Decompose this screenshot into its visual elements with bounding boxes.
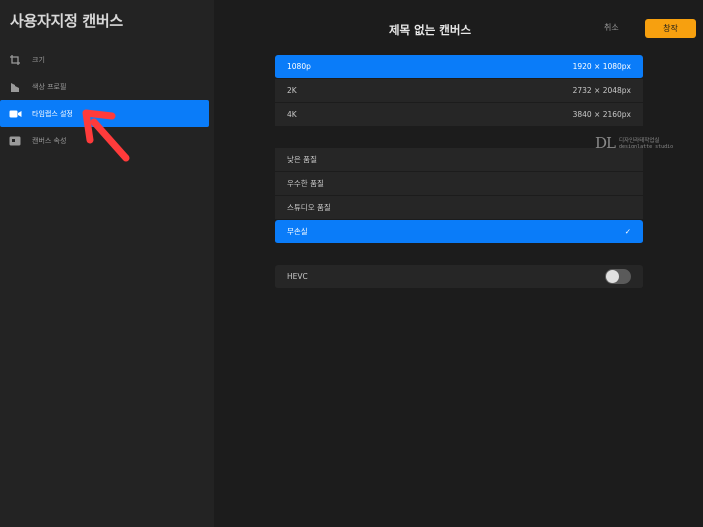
hevc-row: HEVC: [275, 265, 643, 289]
quality-group: 낮은 품질 우수한 품질 스튜디오 품질 무손실 ✓: [275, 148, 643, 244]
option-label: 1080p: [287, 62, 311, 71]
resolution-option-4k[interactable]: 4K 3840 × 2160px: [275, 103, 643, 127]
option-size: 1920 × 1080px: [572, 62, 631, 71]
option-label: 우수한 품질: [287, 179, 324, 188]
sidebar-item-label: 크기: [32, 55, 45, 64]
sidebar-title: 사용자지정 캔버스: [10, 12, 123, 30]
option-label: 4K: [287, 110, 297, 119]
resolution-option-1080p[interactable]: 1080p 1920 × 1080px: [275, 55, 643, 79]
quality-option-lossless[interactable]: 무손실 ✓: [275, 220, 643, 244]
canvas-properties-icon: [8, 134, 22, 148]
hevc-group: HEVC: [275, 265, 643, 289]
sidebar-item-label: 캔버스 속성: [32, 136, 67, 145]
option-size: 3840 × 2160px: [572, 110, 631, 119]
quality-option-studio[interactable]: 스튜디오 품질: [275, 196, 643, 220]
quality-option-low[interactable]: 낮은 품질: [275, 148, 643, 172]
resolution-option-2k[interactable]: 2K 2732 × 2048px: [275, 79, 643, 103]
sidebar-item-size[interactable]: 크기: [0, 46, 214, 73]
crop-icon: [8, 53, 22, 67]
sidebar-item-label: 타임랩스 설정: [32, 109, 73, 118]
sidebar-item-color-profile[interactable]: 색상 프로필: [0, 73, 214, 100]
create-button[interactable]: 창작: [645, 19, 696, 38]
resolution-group: 1080p 1920 × 1080px 2K 2732 × 2048px 4K …: [275, 55, 643, 127]
annotation-arrow-icon: [82, 109, 130, 162]
sidebar-item-label: 색상 프로필: [32, 82, 67, 91]
toggle-knob: [606, 270, 619, 283]
watermark-text: 디자인라테작업실: [619, 138, 660, 144]
video-camera-icon: [8, 107, 22, 121]
sidebar: 사용자지정 캔버스 크기 색상 프로필 타임랩스 설정 캔버스 속성: [0, 0, 214, 527]
hevc-label: HEVC: [287, 272, 308, 281]
option-label: 무손실: [287, 227, 308, 236]
page-title: 제목 없는 캔버스: [388, 23, 472, 37]
option-size: 2732 × 2048px: [572, 86, 631, 95]
color-profile-icon: [8, 80, 22, 94]
cancel-button[interactable]: 취소: [604, 22, 619, 33]
option-label: 2K: [287, 86, 297, 95]
hevc-toggle[interactable]: [605, 269, 631, 284]
option-label: 스튜디오 품질: [287, 203, 331, 212]
quality-option-good[interactable]: 우수한 품질: [275, 172, 643, 196]
option-label: 낮은 품질: [287, 155, 317, 164]
check-icon: ✓: [624, 227, 631, 236]
